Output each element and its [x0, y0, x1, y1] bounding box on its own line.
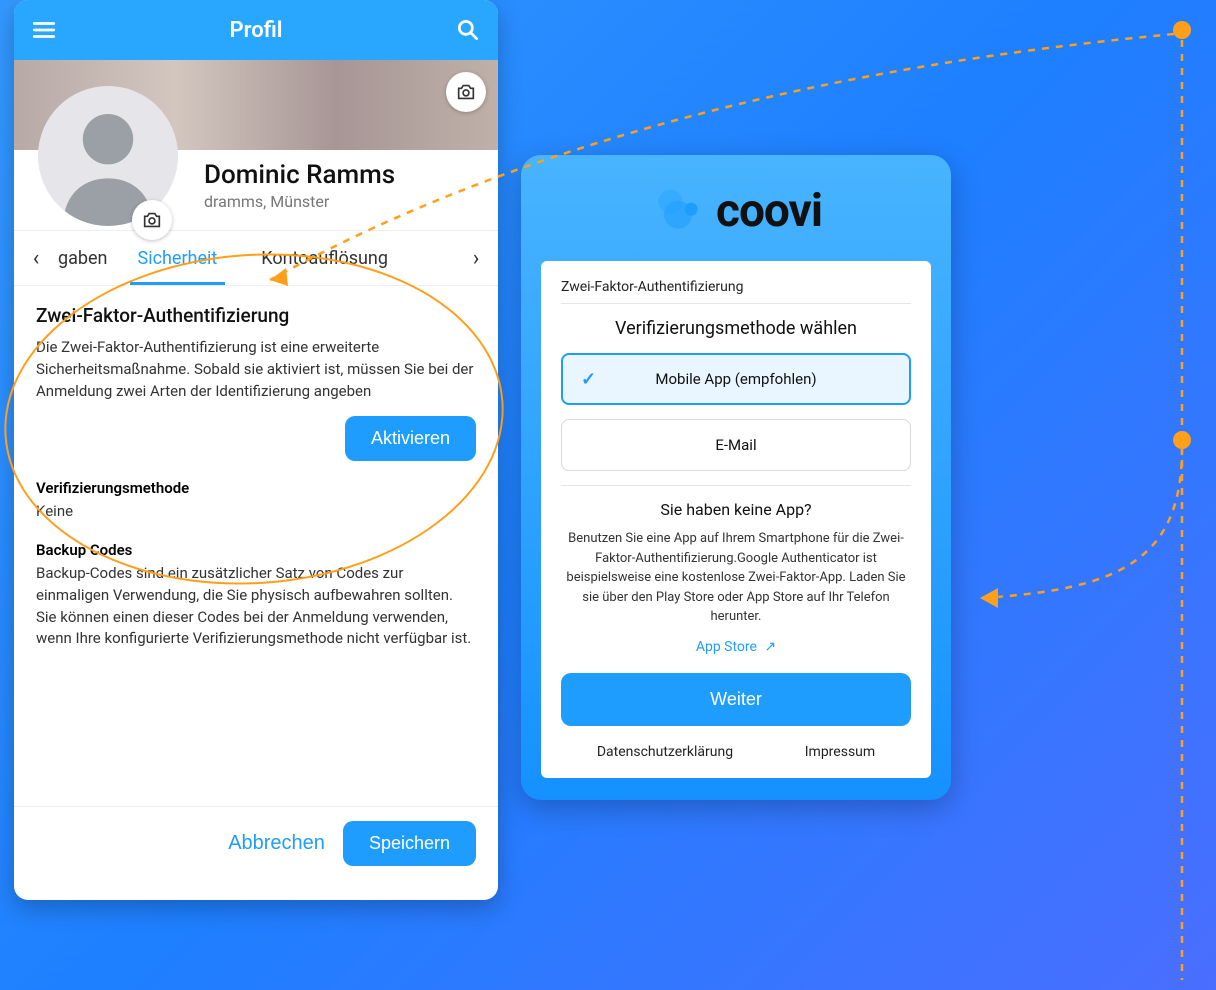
- tab-left-partial[interactable]: gaben: [58, 231, 116, 285]
- tab-security[interactable]: Sicherheit: [116, 231, 240, 285]
- option-email-label: E-Mail: [715, 436, 756, 454]
- twofa-section: Zwei-Faktor-Authentifizierung Die Zwei-F…: [14, 286, 498, 668]
- privacy-link[interactable]: Datenschutzerklärung: [597, 744, 733, 760]
- card-title: Zwei-Faktor-Authentifizierung: [561, 275, 911, 304]
- option-mobile-app[interactable]: ✓ Mobile App (empfohlen): [561, 353, 911, 405]
- imprint-link[interactable]: Impressum: [805, 744, 875, 760]
- external-link-icon: ↗: [764, 639, 776, 655]
- card-footer: Datenschutzerklärung Impressum: [561, 744, 911, 760]
- option-email[interactable]: E-Mail: [561, 419, 911, 471]
- bottom-actions: Abbrechen Speichern: [14, 806, 498, 880]
- verification-method-value: Keine: [36, 501, 476, 523]
- chevron-left-icon[interactable]: ‹: [14, 246, 58, 271]
- inner-card: Zwei-Faktor-Authentifizierung Verifizier…: [541, 261, 931, 778]
- coovi-logo-icon: [650, 183, 706, 239]
- search-icon[interactable]: [454, 16, 482, 44]
- tab-account-deletion[interactable]: Kontoauflösung: [239, 231, 410, 285]
- app-store-link-label: App Store: [696, 639, 757, 655]
- verification-method-label: Verifizierungsmethode: [36, 479, 476, 497]
- twofa-body: Die Zwei-Faktor-Authentifizierung ist ei…: [36, 337, 476, 402]
- profile-name-block: Dominic Ramms dramms, Münster: [204, 160, 395, 211]
- app-store-link[interactable]: App Store ↗: [561, 639, 911, 655]
- menu-icon[interactable]: [30, 16, 58, 44]
- cancel-button[interactable]: Abbrechen: [228, 821, 325, 866]
- next-button[interactable]: Weiter: [561, 673, 911, 726]
- save-button[interactable]: Speichern: [343, 821, 476, 866]
- camera-icon[interactable]: [446, 72, 486, 112]
- backup-codes-label: Backup Codes: [36, 541, 476, 559]
- profile-screen: Profil Dominic Ramms dramms, Münster ‹ g…: [14, 0, 498, 900]
- appbar-title: Profil: [229, 18, 282, 43]
- profile-name: Dominic Ramms: [204, 160, 395, 190]
- profile-hero: Dominic Ramms dramms, Münster: [14, 60, 498, 230]
- profile-subtitle: dramms, Münster: [204, 192, 395, 211]
- separator: [561, 485, 911, 486]
- option-mobile-app-label: Mobile App (empfohlen): [655, 370, 816, 388]
- tab-bar: ‹ gaben Sicherheit Kontoauflösung ›: [14, 230, 498, 286]
- twofa-heading: Zwei-Faktor-Authentifizierung: [36, 304, 476, 327]
- no-app-body: Benutzen Sie eine App auf Ihrem Smartpho…: [561, 529, 911, 627]
- brand-text: coovi: [716, 184, 822, 238]
- no-app-heading: Sie haben keine App?: [561, 500, 911, 519]
- backup-codes-body: Backup-Codes sind ein zusätzlicher Satz …: [36, 563, 476, 650]
- check-icon: ✓: [581, 369, 596, 390]
- coovi-card: coovi Zwei-Faktor-Authentifizierung Veri…: [521, 155, 951, 800]
- chevron-right-icon[interactable]: ›: [454, 246, 498, 271]
- card-heading: Verifizierungsmethode wählen: [561, 318, 911, 339]
- appbar: Profil: [14, 0, 498, 60]
- logo-row: coovi: [541, 183, 931, 239]
- activate-button[interactable]: Aktivieren: [345, 416, 476, 461]
